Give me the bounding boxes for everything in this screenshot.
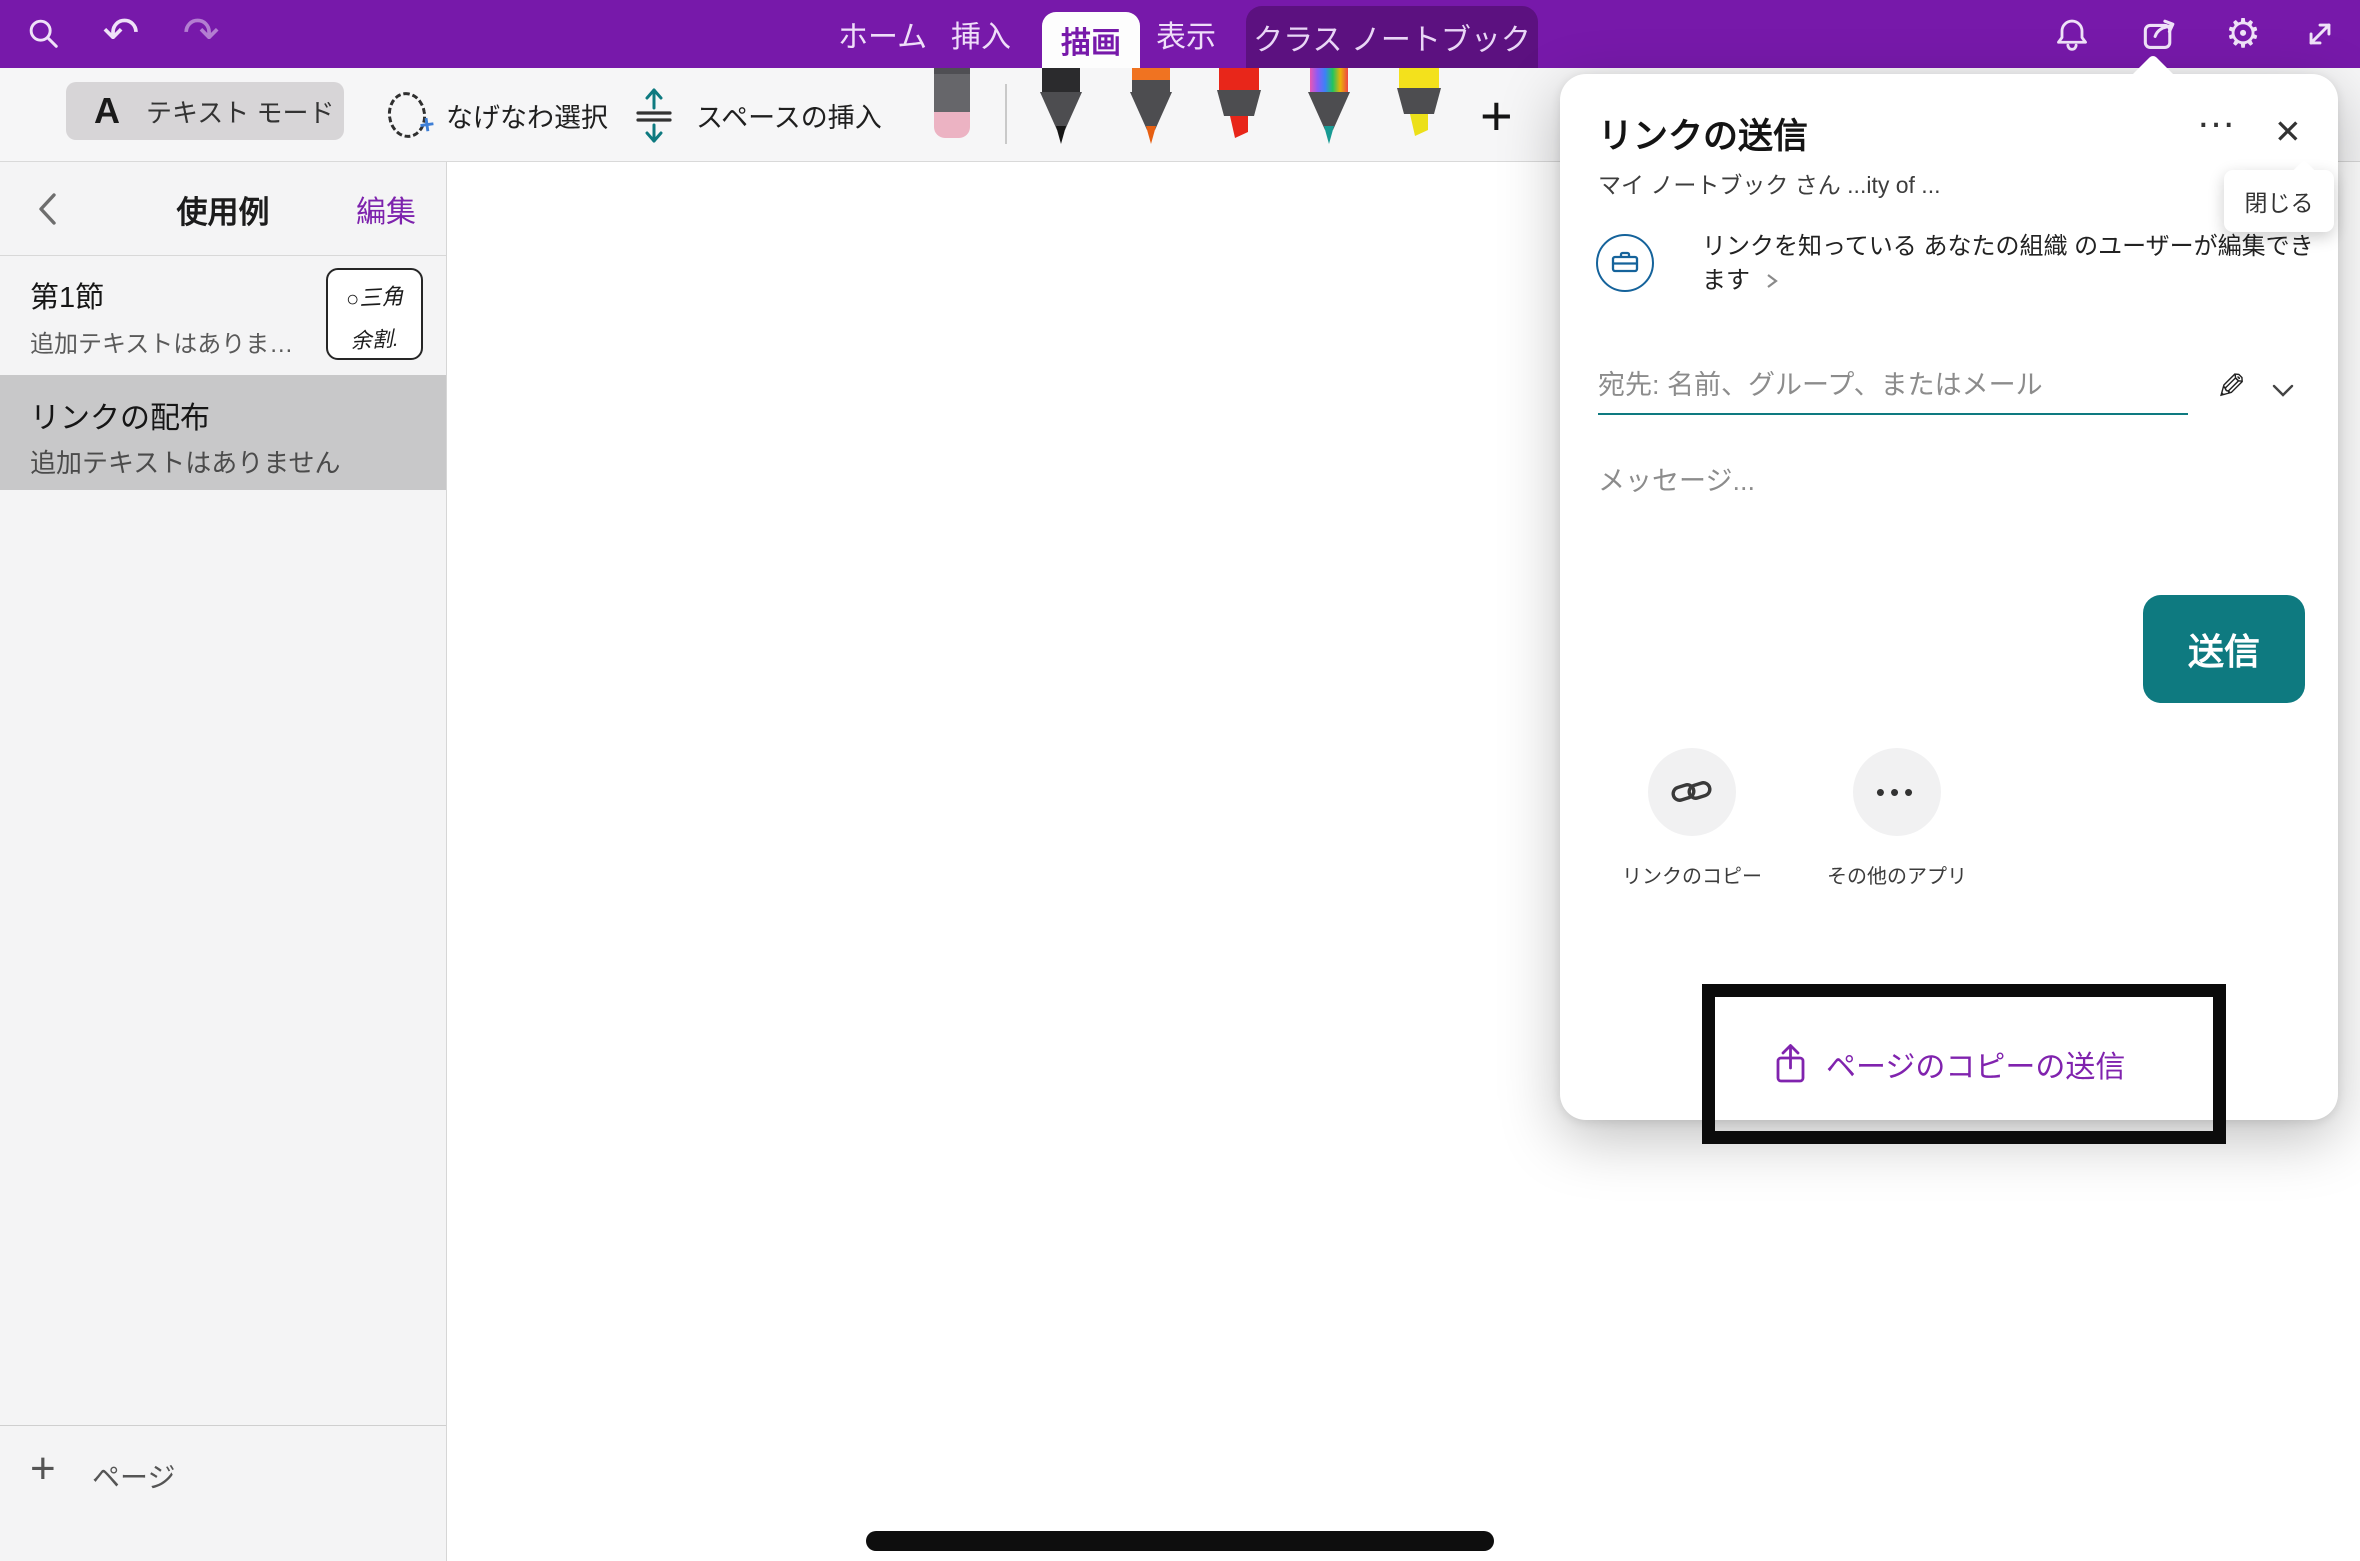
plus-icon: +	[30, 1444, 56, 1494]
thumbnail-handwriting-line2: 余割.	[327, 322, 421, 357]
dialog-title: リンクの送信	[1598, 108, 1808, 159]
chevron-down-icon[interactable]	[2272, 384, 2294, 403]
page-list-sidebar: 使用例 編集 第1節 追加テキストはありま… ○三角 余割. リンクの配布 追加…	[0, 162, 447, 1561]
message-input[interactable]	[1598, 456, 2298, 506]
tab-home[interactable]: ホーム	[838, 0, 927, 68]
copy-link-label: リンクのコピー	[1592, 860, 1792, 889]
yellow-highlighter-tool[interactable]	[1388, 68, 1450, 157]
lasso-select-label[interactable]: なげなわ選択	[446, 68, 608, 162]
share-icon[interactable]	[2136, 0, 2184, 68]
onenote-ipad-screen: ↶ ↷ ホーム 挿入 描画 表示 クラス ノートブック ⚙	[0, 0, 2360, 1561]
notifications-bell-icon[interactable]	[2050, 0, 2094, 68]
thumbnail-handwriting-line1: ○三角	[327, 278, 422, 315]
add-pen-button[interactable]: +	[1480, 68, 1513, 162]
tooltip-pointer	[2293, 160, 2316, 183]
tooltip-label: 閉じる	[2245, 184, 2314, 218]
close-icon[interactable]: ✕	[2274, 112, 2302, 151]
add-page-button[interactable]: + ページ	[0, 1426, 446, 1516]
share-page-icon	[1772, 1042, 1810, 1086]
page-subtitle: 追加テキストはありません	[30, 443, 340, 480]
edit-button[interactable]: 編集	[356, 162, 416, 256]
eraser-tool[interactable]	[925, 68, 979, 151]
copy-link-button[interactable]	[1648, 748, 1736, 836]
fullscreen-expand-icon[interactable]	[2298, 0, 2342, 68]
tab-insert[interactable]: 挿入	[951, 0, 1011, 68]
toolbar-divider	[1005, 84, 1007, 144]
tab-view[interactable]: 表示	[1156, 0, 1216, 68]
send-button[interactable]: 送信	[2143, 595, 2305, 703]
text-mode-button[interactable]: A テキスト モード	[66, 82, 344, 140]
page-subtitle: 追加テキストはありま…	[30, 324, 293, 359]
tab-draw-active[interactable]: 描画	[1042, 12, 1140, 68]
tab-class-notebook[interactable]: クラス ノートブック	[1246, 6, 1538, 68]
recipient-input[interactable]	[1598, 357, 2188, 415]
top-app-bar: ↶ ↷ ホーム 挿入 描画 表示 クラス ノートブック ⚙	[0, 0, 2360, 68]
insert-space-label[interactable]: スペースの挿入	[696, 68, 882, 162]
sidebar-header: 使用例 編集	[0, 162, 446, 256]
send-page-copy-button[interactable]: ページのコピーの送信	[1772, 1042, 2125, 1086]
red-marker-tool[interactable]	[1208, 68, 1270, 157]
rainbow-pen-tool[interactable]	[1298, 68, 1360, 157]
more-apps-button[interactable]: •••	[1853, 748, 1941, 836]
more-apps-label: その他のアプリ	[1797, 860, 1997, 889]
send-page-copy-label: ページのコピーの送信	[1826, 1042, 2125, 1086]
ellipsis-icon: •••	[1876, 777, 1918, 808]
page-thumbnail: ○三角 余割.	[326, 268, 423, 360]
dialog-subtitle: マイ ノートブック さん ...ity of ...	[1598, 166, 1940, 200]
redo-icon[interactable]: ↷	[176, 0, 226, 68]
black-pen-tool[interactable]	[1030, 68, 1092, 157]
search-icon[interactable]	[22, 0, 66, 68]
lasso-plus-glyph: +	[417, 108, 436, 141]
page-item-section1[interactable]: 第1節 追加テキストはありま… ○三角 余割.	[0, 258, 446, 372]
briefcase-icon	[1596, 234, 1654, 292]
insert-space-icon[interactable]	[630, 86, 676, 149]
link-icon	[1670, 774, 1714, 810]
undo-icon[interactable]: ↶	[96, 0, 146, 68]
more-options-icon[interactable]: …	[2196, 92, 2239, 137]
home-indicator-bar[interactable]	[866, 1531, 1494, 1551]
chevron-right-icon	[1765, 272, 1779, 290]
text-mode-a-icon: A	[94, 90, 120, 132]
lasso-select-icon[interactable]: +	[385, 90, 429, 141]
orange-pen-tool[interactable]	[1120, 68, 1182, 157]
close-tooltip: 閉じる	[2224, 170, 2334, 232]
page-title: リンクの配布	[30, 393, 210, 437]
permission-text: リンクを知っている あなたの組織 のユーザーが編集できます	[1702, 230, 2336, 298]
text-mode-label: テキスト モード	[146, 93, 334, 130]
settings-gear-icon[interactable]: ⚙	[2220, 0, 2266, 68]
pencil-icon[interactable]: ✎	[2216, 366, 2246, 408]
page-item-link-distribution-selected[interactable]: リンクの配布 追加テキストはありません	[0, 375, 446, 490]
page-title: 第1節	[30, 274, 104, 316]
add-page-label: ページ	[92, 1456, 175, 1496]
send-link-dialog: リンクの送信 … ✕ マイ ノートブック さん ...ity of ... 閉じ…	[1560, 74, 2338, 1120]
